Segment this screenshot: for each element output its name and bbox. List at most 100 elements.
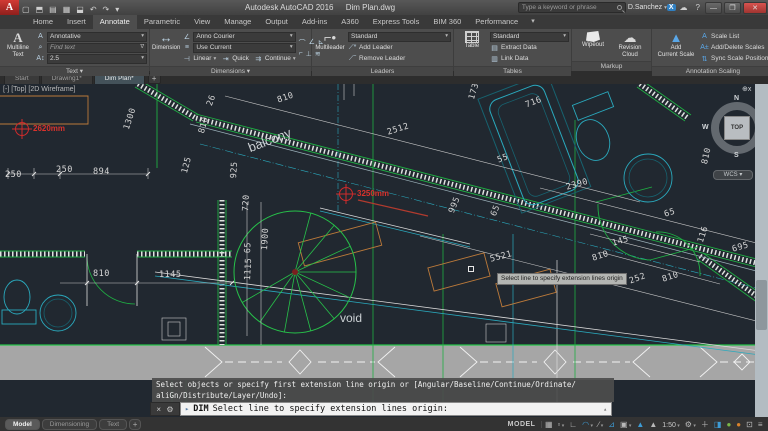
polar-tracking-icon[interactable]: ◠ ▾ (580, 420, 596, 429)
help-button[interactable]: ? (692, 3, 704, 12)
new-layout-button[interactable]: + (129, 419, 141, 430)
help-search-input[interactable]: Type a keyword or phrase (518, 2, 626, 13)
continue-dim-button[interactable]: ⇉ Continue▾ (254, 55, 296, 63)
layout-tab-text[interactable]: Text (99, 419, 127, 430)
revision-cloud-button[interactable]: ☁ Revision Cloud (614, 30, 646, 60)
drawing-canvas[interactable]: [-][Top][2D Wireframe] balcony void Sele… (0, 84, 768, 417)
quick-properties-icon[interactable]: ◨ (711, 420, 724, 429)
object-snap-icon[interactable]: ▣ ▾ (617, 420, 633, 429)
viewcube-south[interactable]: S (734, 152, 739, 159)
ribbon-tab-express-tools[interactable]: Express Tools (366, 15, 427, 29)
save-as-icon[interactable]: ▦ (60, 5, 74, 14)
dimension-tool-icon[interactable]: ⊥ (306, 50, 312, 58)
wipeout-button[interactable]: Wipeout (577, 30, 609, 60)
workspace-icon[interactable]: ⚙ ▾ (682, 420, 698, 429)
scale-list-button[interactable]: Scale List (711, 33, 739, 40)
text-height-dropdown[interactable]: 2.5▾ (47, 54, 147, 64)
model-space-label[interactable]: MODEL (502, 421, 543, 428)
cloud-icon[interactable]: ☁ (676, 3, 692, 12)
clean-screen-icon[interactable]: ⊡ (744, 420, 756, 429)
layout-tab-model[interactable]: Model (5, 419, 40, 430)
open-file-icon[interactable]: ⬒ (33, 5, 47, 14)
customize-icon[interactable]: ≡ (755, 420, 765, 429)
ribbon-tab-bim-360[interactable]: BIM 360 (426, 15, 468, 29)
signin-user-button[interactable]: D.Sanchez (626, 4, 664, 11)
ribbon-tab-insert[interactable]: Insert (60, 15, 93, 29)
isolate-objects-icon[interactable]: ● (724, 420, 734, 429)
command-customize-icon[interactable]: ⚙ (166, 405, 173, 414)
panel-title-leaders[interactable]: Leaders (312, 66, 453, 76)
link-data-button[interactable]: Link Data (501, 55, 528, 62)
exchange-apps-icon[interactable]: X (667, 4, 676, 11)
ribbon-tab-parametric[interactable]: Parametric (137, 15, 187, 29)
ribbon-display-toggle[interactable]: ▾ (531, 15, 535, 29)
close-button[interactable]: ✕ (743, 2, 767, 14)
panel-title-dimensions[interactable]: Dimensions ▾ (150, 66, 311, 76)
new-file-icon[interactable]: ▢ (19, 5, 33, 14)
table-button[interactable]: Table (456, 30, 488, 65)
maximize-button[interactable]: ❐ (724, 2, 741, 14)
minimize-button[interactable]: — (705, 2, 722, 14)
grid-icon[interactable]: ▦ (542, 420, 555, 429)
viewcube-west[interactable]: W (702, 124, 709, 131)
redo-icon[interactable]: ↷ (100, 5, 113, 14)
panel-title-tables[interactable]: Tables (454, 66, 571, 76)
wcs-dropdown[interactable]: WCS ▾ (713, 170, 753, 180)
leader-style-dropdown[interactable]: Standard▾ (348, 32, 451, 42)
viewport-visual-style-control[interactable]: [2D Wireframe] (28, 86, 75, 93)
ribbon-tab-annotate[interactable]: Annotate (93, 15, 137, 29)
text-style-dropdown[interactable]: Annotative▾ (47, 32, 147, 42)
panel-title-text[interactable]: Text ▾ (0, 66, 149, 76)
dim-style-dropdown[interactable]: Anno Courier▾ (193, 32, 295, 42)
quick-dim-button[interactable]: ⇥ Quick (221, 55, 249, 63)
dim-layer-dropdown[interactable]: Use Current▾ (193, 43, 295, 53)
save-icon[interactable]: ▤ (46, 5, 60, 14)
autoscale-icon[interactable]: ▲ (647, 420, 660, 429)
ortho-icon[interactable]: ∟ (567, 420, 580, 429)
multileader-button[interactable]: ⌐• Multileader (314, 30, 346, 65)
isometric-drafting-icon[interactable]: ∕ ▾ (596, 420, 606, 429)
viewport-controls[interactable]: [-][Top][2D Wireframe] (3, 86, 77, 93)
autocad-logo-icon[interactable]: A (0, 0, 19, 15)
viewcube-top-face[interactable]: TOP (724, 116, 750, 140)
command-input[interactable]: ▸ DIM Select line to specify extension l… (180, 402, 612, 416)
ribbon-tab-a360[interactable]: A360 (334, 15, 366, 29)
dimension-button[interactable]: ↔ Dimension (152, 30, 180, 65)
dimension-tool-icon[interactable]: ⌒ (299, 38, 306, 48)
sync-scale-positions-button[interactable]: Sync Scale Positions (711, 55, 768, 62)
command-bar[interactable]: × ⚙ ▸ DIM Select line to specify extensi… (150, 402, 612, 416)
ribbon-tab-view[interactable]: View (187, 15, 217, 29)
object-snap-tracking-icon[interactable]: ⊿ (606, 420, 618, 429)
ribbon-tab-performance[interactable]: Performance (468, 15, 525, 29)
viewcube-north[interactable]: N (734, 95, 739, 102)
viewport-minus-control[interactable]: [-] (3, 86, 9, 93)
snap-mode-icon[interactable]: ▫ ▾ (555, 420, 567, 429)
scrollbar-thumb[interactable] (756, 280, 767, 330)
ribbon-tab-home[interactable]: Home (26, 15, 60, 29)
vertical-scrollbar[interactable] (755, 84, 768, 417)
annotation-scale-icon[interactable]: 1:50 ▾ (660, 420, 683, 429)
ribbon-tab-manage[interactable]: Manage (217, 15, 258, 29)
undo-icon[interactable]: ↶ (87, 5, 100, 14)
add-leader-button[interactable]: Add Leader (359, 44, 393, 51)
annotation-monitor-icon[interactable]: ＋ (698, 419, 711, 430)
viewport-view-control[interactable]: [Top] (11, 86, 26, 93)
add-delete-scales-button[interactable]: Add/Delete Scales (711, 44, 764, 51)
command-close-icon[interactable]: × (156, 405, 161, 414)
linear-dim-button[interactable]: ⊣ Linear▾ (182, 55, 216, 63)
table-style-dropdown[interactable]: Standard▾ (490, 32, 569, 42)
find-text-input[interactable]: Find text∇ (47, 43, 147, 53)
remove-leader-button[interactable]: Remove Leader (359, 55, 405, 62)
add-current-scale-button[interactable]: ▲ Add Current Scale (654, 30, 698, 65)
command-expand-icon[interactable]: ▴ (603, 406, 607, 413)
qat-customize-icon[interactable]: ▾ (112, 5, 122, 14)
extract-data-button[interactable]: Extract Data (501, 44, 537, 51)
ribbon-tab-add-ins[interactable]: Add-ins (295, 15, 334, 29)
plot-icon[interactable]: ⬓ (73, 5, 87, 14)
annotation-visibility-icon[interactable]: ▲ (634, 420, 647, 429)
dimension-tool-icon[interactable]: ⌐ (299, 50, 303, 58)
layout-tab-dimensioning[interactable]: Dimensioning (42, 419, 97, 430)
multiline-text-button[interactable]: A Multiline Text (2, 30, 34, 65)
graphics-performance-icon[interactable]: ● (734, 420, 744, 429)
ribbon-tab-output[interactable]: Output (258, 15, 295, 29)
